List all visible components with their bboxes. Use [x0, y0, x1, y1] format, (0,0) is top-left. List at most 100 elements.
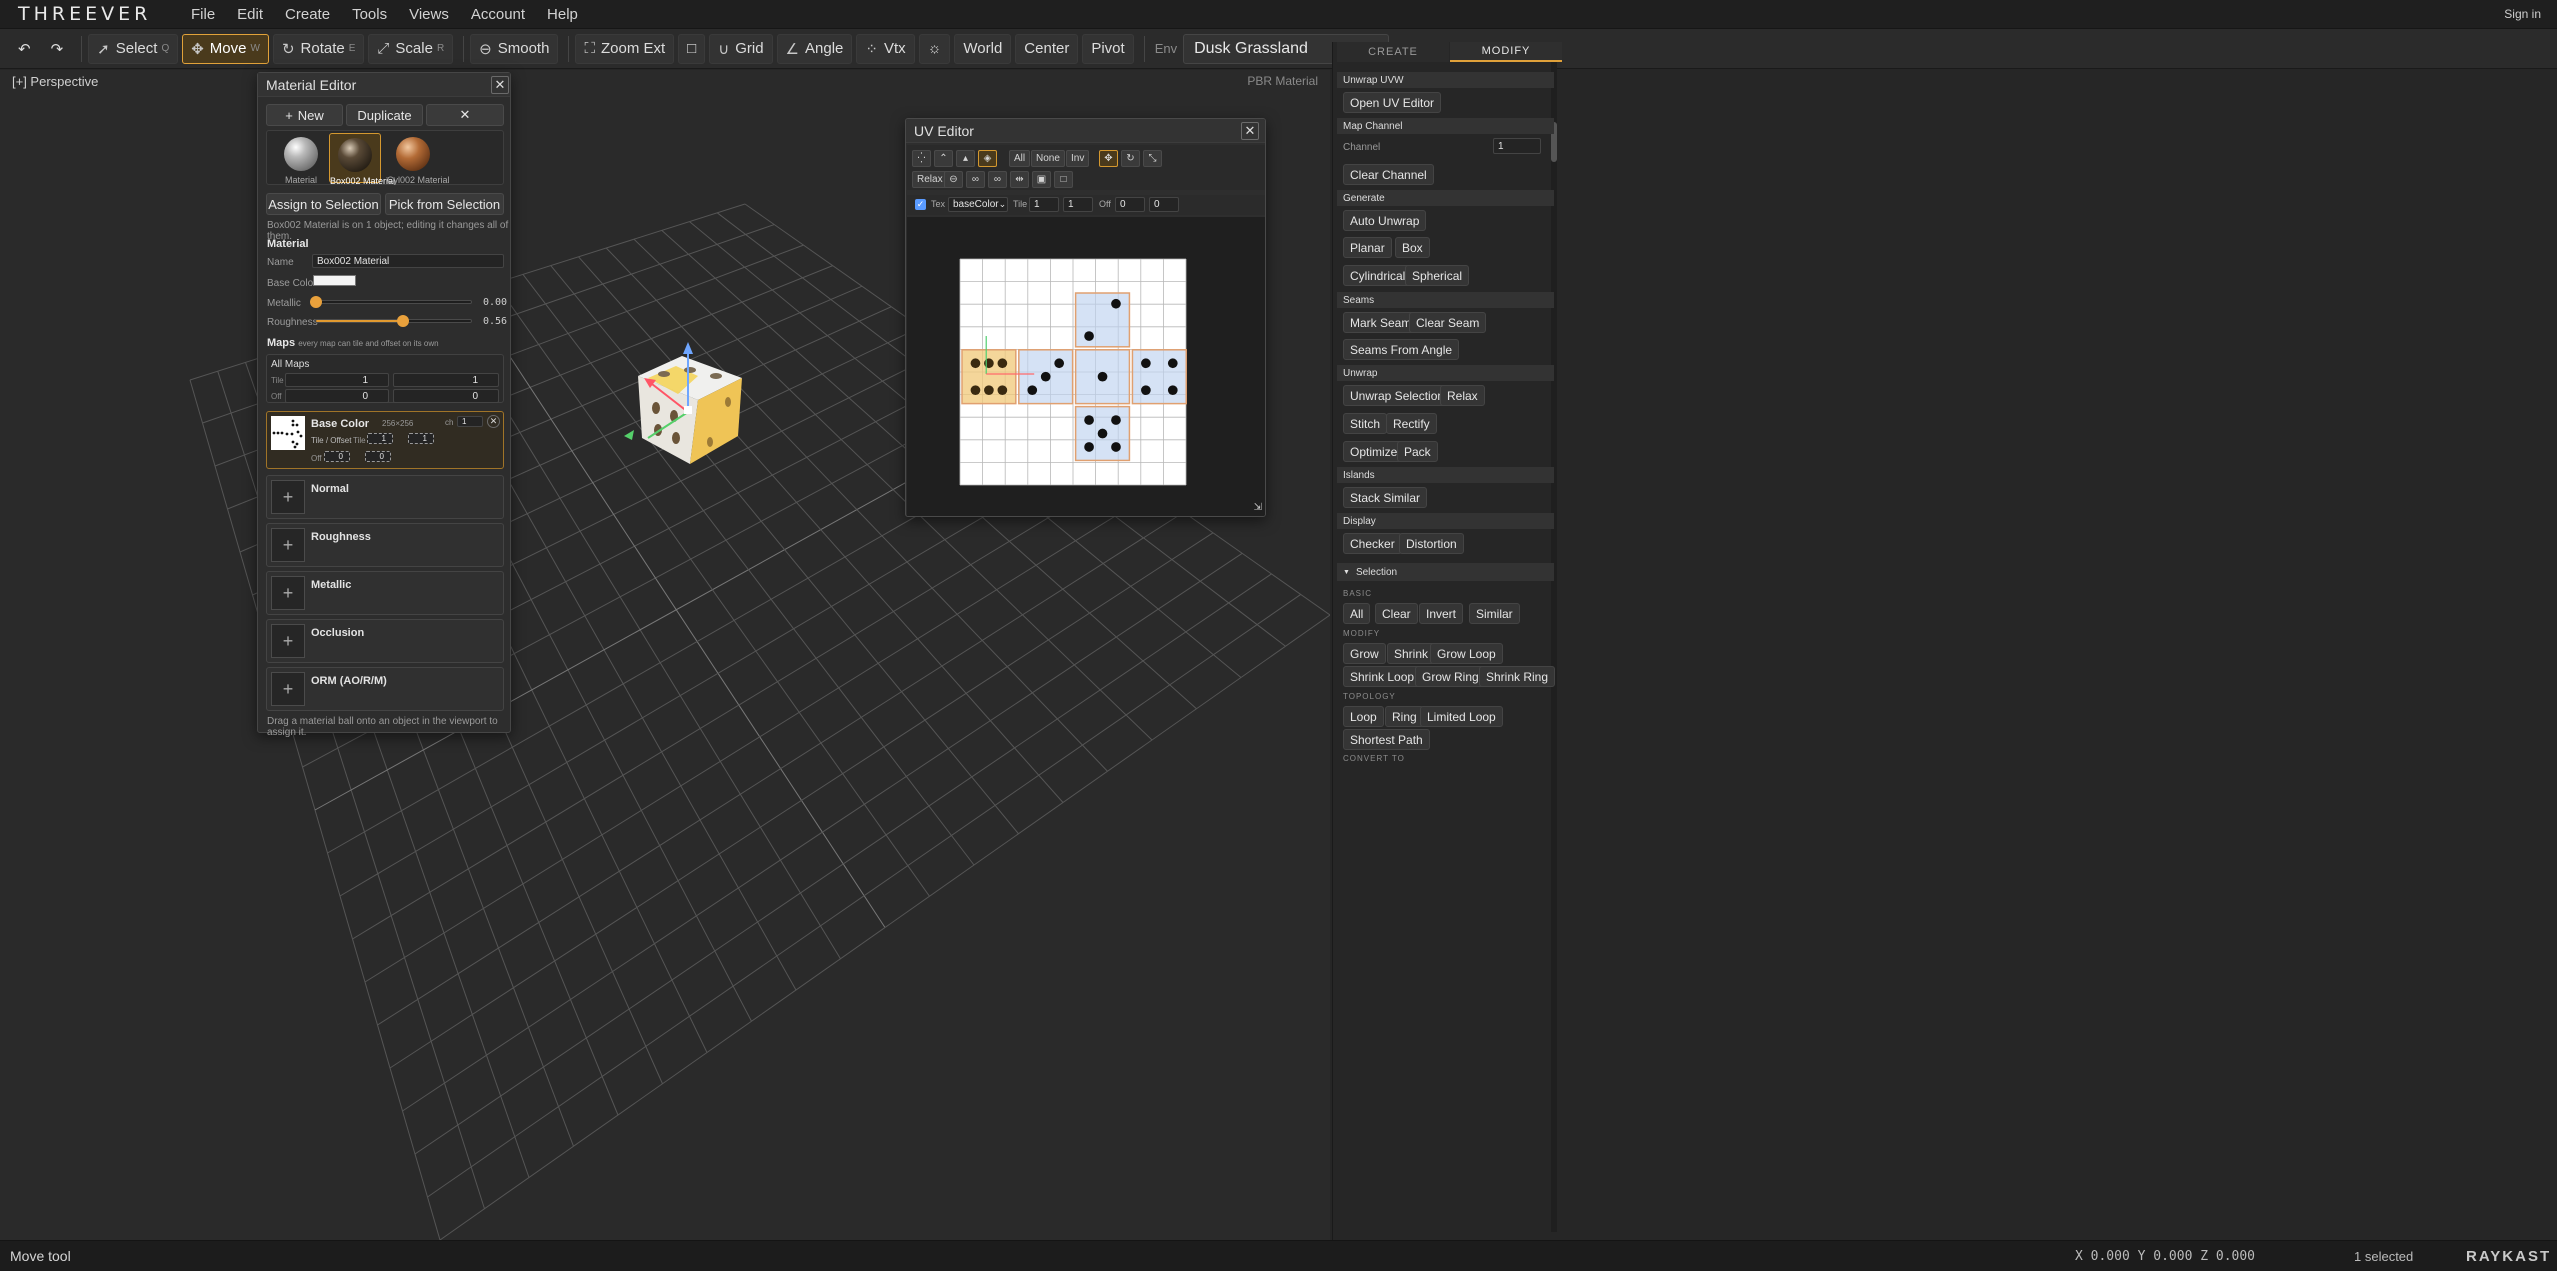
menu-tools[interactable]: Tools — [341, 6, 398, 23]
planar-map-button[interactable]: Planar — [1343, 237, 1392, 258]
mark-seam-button[interactable]: Mark Seam — [1343, 312, 1419, 333]
normal-map-slot[interactable]: + Normal — [266, 475, 504, 519]
rotate-tool-button[interactable]: ↻ Rotate E — [272, 33, 365, 64]
clear-channel-button[interactable]: Clear Channel — [1343, 164, 1434, 185]
uv-editor-title[interactable]: UV Editor — [906, 119, 1265, 143]
scale-tool-button[interactable]: ⤢ Scale R — [368, 33, 454, 64]
new-material-button[interactable]: + New — [266, 104, 343, 126]
uv-weld-button[interactable]: ⊖ — [944, 171, 963, 188]
tab-modify[interactable]: MODIFY — [1450, 42, 1562, 62]
grid-snap-button[interactable]: ∪ Grid — [709, 33, 773, 64]
resize-handle-icon[interactable]: ⇲ — [1254, 502, 1262, 513]
uv-frame-button[interactable]: □ — [1054, 171, 1073, 188]
grow-ring-button[interactable]: Grow Ring — [1415, 666, 1486, 687]
face-mode-button[interactable]: ▴ — [956, 150, 975, 167]
material-name-input[interactable]: Box002 Material — [312, 254, 504, 268]
world-space-button[interactable]: World — [954, 33, 1012, 64]
metallic-map-slot[interactable]: + Metallic — [266, 571, 504, 615]
uv-select-all-button[interactable]: All — [1009, 150, 1031, 167]
seams-from-angle-button[interactable]: Seams From Angle — [1343, 339, 1460, 360]
vertex-mode-button[interactable]: ⁛ — [912, 150, 931, 167]
metallic-slider-handle[interactable] — [310, 296, 322, 308]
shortest-path-button[interactable]: Shortest Path — [1343, 729, 1430, 750]
uv-invert-selection-button[interactable]: Inv — [1066, 150, 1090, 167]
orm-map-slot[interactable]: + ORM (AO/R/M) — [266, 667, 504, 711]
uv-canvas[interactable] — [907, 217, 1265, 516]
all-maps-tile-u-input[interactable]: 1 — [285, 373, 389, 387]
roughness-slider-handle[interactable] — [396, 315, 409, 327]
base-color-map-thumbnail[interactable] — [271, 416, 305, 450]
all-maps-tile-v-input[interactable]: 1 — [393, 373, 499, 387]
menu-help[interactable]: Help — [536, 6, 589, 23]
add-map-plus-icon[interactable]: + — [271, 576, 305, 610]
uv-mirror-button[interactable]: ⇹ — [1010, 171, 1029, 188]
material-ball[interactable]: Material — [275, 133, 327, 185]
uv-relax-button[interactable]: Relax — [912, 171, 948, 188]
uv-rotate-button[interactable]: ↻ — [1121, 150, 1140, 167]
pick-from-selection-button[interactable]: Pick from Selection — [385, 193, 504, 215]
vertex-snap-button[interactable]: ⁘ Vtx — [856, 33, 915, 64]
channel-input[interactable]: 1 — [1493, 138, 1541, 154]
shrink-button[interactable]: Shrink — [1387, 643, 1436, 664]
menu-views[interactable]: Views — [398, 6, 460, 23]
zoom-extents-button[interactable]: ⛶ Zoom Ext — [575, 33, 675, 64]
frame-button[interactable]: □ — [678, 33, 706, 64]
redo-button[interactable]: ↷ — [43, 34, 72, 64]
uv-tile-v-input[interactable]: 1 — [1063, 197, 1093, 212]
smooth-button[interactable]: ⊖ Smooth — [470, 33, 559, 64]
select-clear-button[interactable]: Clear — [1375, 603, 1418, 624]
uv-scale-button[interactable]: ⤡ — [1143, 150, 1162, 167]
grow-loop-button[interactable]: Grow Loop — [1430, 643, 1503, 664]
grow-button[interactable]: Grow — [1343, 643, 1386, 664]
rectify-button[interactable]: Rectify — [1386, 413, 1437, 434]
map-offset-u-input[interactable]: 0 — [324, 451, 350, 462]
limited-loop-button[interactable]: Limited Loop — [1420, 706, 1503, 727]
map-tile-u-input[interactable]: 1 — [367, 433, 393, 444]
cylindrical-map-button[interactable]: Cylindrical — [1343, 265, 1413, 286]
spherical-map-button[interactable]: Spherical — [1405, 265, 1470, 286]
viewport-label[interactable]: [+] Perspective — [12, 74, 98, 89]
menu-edit[interactable]: Edit — [226, 6, 274, 23]
stitch-button[interactable]: Stitch — [1343, 413, 1388, 434]
remove-map-button[interactable]: ✕ — [487, 415, 500, 428]
map-offset-v-input[interactable]: 0 — [365, 451, 391, 462]
material-ball-selected[interactable]: Box002 Material — [329, 133, 395, 186]
clear-seam-button[interactable]: Clear Seam — [1409, 312, 1487, 333]
center-pivot-button[interactable]: Center — [1015, 33, 1079, 64]
auto-unwrap-button[interactable]: Auto Unwrap — [1343, 210, 1427, 231]
distortion-button[interactable]: Distortion — [1399, 533, 1464, 554]
shrink-ring-button[interactable]: Shrink Ring — [1479, 666, 1556, 687]
select-tool-button[interactable]: ➚ Select Q — [88, 33, 179, 64]
texture-channel-select[interactable]: baseColor ⌄ — [948, 197, 1008, 212]
map-tile-v-input[interactable]: 1 — [408, 433, 434, 444]
uv-stitch-button[interactable]: ∞ — [966, 171, 985, 188]
all-maps-offset-u-input[interactable]: 0 — [285, 389, 389, 403]
element-mode-button[interactable]: ◈ — [978, 150, 997, 167]
add-map-plus-icon[interactable]: + — [271, 672, 305, 706]
select-loop-button[interactable]: Loop — [1343, 706, 1384, 727]
uv-select-none-button[interactable]: None — [1031, 150, 1065, 167]
panel-scrollbar[interactable] — [1551, 62, 1557, 1232]
optimize-button[interactable]: Optimize — [1343, 441, 1405, 462]
unwrap-selection-button[interactable]: Unwrap Selection — [1343, 385, 1452, 406]
tab-create[interactable]: CREATE — [1337, 42, 1449, 62]
relax-button[interactable]: Relax — [1440, 385, 1485, 406]
uv-tile-u-input[interactable]: 1 — [1029, 197, 1059, 212]
select-similar-button[interactable]: Similar — [1469, 603, 1520, 624]
shrink-loop-button[interactable]: Shrink Loop — [1343, 666, 1422, 687]
material-editor-title[interactable]: Material Editor — [258, 73, 510, 97]
close-uv-editor-button[interactable]: ✕ — [1241, 122, 1259, 140]
select-ring-button[interactable]: Ring — [1385, 706, 1424, 727]
select-all-button[interactable]: All — [1343, 603, 1371, 624]
add-map-plus-icon[interactable]: + — [271, 528, 305, 562]
roughness-map-slot[interactable]: + Roughness — [266, 523, 504, 567]
undo-button[interactable]: ↶ — [10, 34, 39, 64]
uv-texture-button[interactable]: ▣ — [1032, 171, 1051, 188]
uv-move-button[interactable]: ✥ — [1099, 150, 1118, 167]
stack-similar-button[interactable]: Stack Similar — [1343, 487, 1428, 508]
roughness-slider[interactable] — [315, 315, 472, 327]
box-map-button[interactable]: Box — [1395, 237, 1430, 258]
uv-offset-u-input[interactable]: 0 — [1115, 197, 1145, 212]
sign-in-link[interactable]: Sign in — [2504, 7, 2541, 21]
pivot-button[interactable]: Pivot — [1082, 33, 1134, 64]
